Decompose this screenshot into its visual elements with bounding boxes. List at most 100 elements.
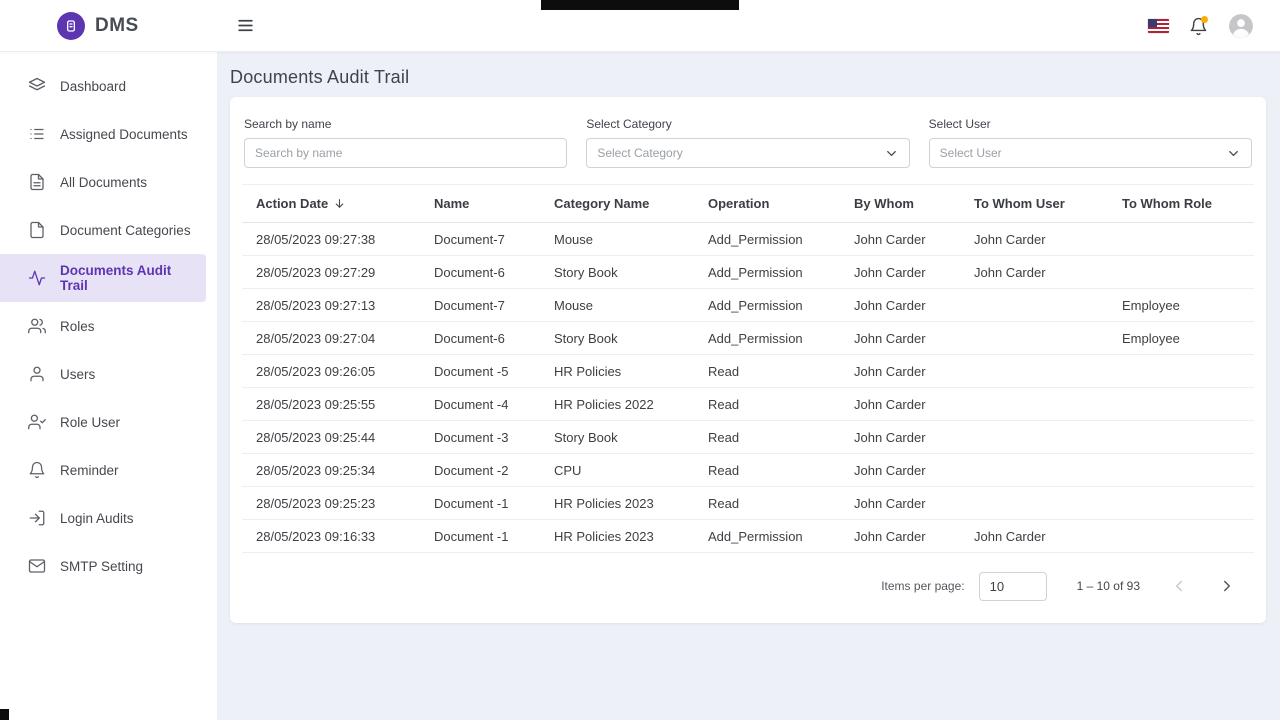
sidebar-item-dashboard[interactable]: Dashboard (0, 62, 217, 110)
audit-table-head-row: Action Date Name Category Name Operation By … (242, 185, 1254, 223)
table-row: 28/05/2023 09:16:33Document -1HR Policie… (242, 520, 1254, 553)
roles-icon (28, 317, 46, 335)
previous-page-button[interactable] (1162, 569, 1196, 603)
audit-table-body: 28/05/2023 09:27:38Document-7MouseAdd_Pe… (242, 223, 1254, 553)
table-cell: Read (694, 421, 840, 454)
table-cell: 28/05/2023 09:25:55 (242, 388, 420, 421)
sidebar-item-roles[interactable]: Roles (0, 302, 217, 350)
sidebar-item-label: Reminder (60, 463, 119, 478)
topbar-actions (1148, 0, 1254, 52)
column-header-category-name[interactable]: Category Name (540, 185, 694, 223)
sidebar-item-smtp-setting[interactable]: SMTP Setting (0, 542, 217, 590)
table-cell (960, 289, 1108, 322)
user-filter: Select User Select User (929, 117, 1252, 168)
table-cell: HR Policies 2023 (540, 487, 694, 520)
sidebar-item-label: Dashboard (60, 79, 126, 94)
table-cell: John Carder (840, 289, 960, 322)
table-cell: 28/05/2023 09:16:33 (242, 520, 420, 553)
table-cell (960, 388, 1108, 421)
search-input[interactable] (244, 138, 567, 168)
table-cell: Mouse (540, 289, 694, 322)
column-header-label: Category Name (554, 196, 649, 211)
table-cell (1108, 355, 1254, 388)
table-cell: Read (694, 355, 840, 388)
column-header-label: Action Date (256, 196, 328, 211)
column-header-by-whom[interactable]: By Whom (840, 185, 960, 223)
filters-bar: Search by name Select Category Select Ca… (242, 109, 1254, 184)
app-title: DMS (95, 15, 139, 37)
table-cell: Story Book (540, 322, 694, 355)
table-row: 28/05/2023 09:27:29Document-6Story BookA… (242, 256, 1254, 289)
reminder-icon (28, 461, 46, 479)
search-label: Search by name (244, 117, 567, 131)
column-header-operation[interactable]: Operation (694, 185, 840, 223)
sort-arrow-down-icon (333, 197, 346, 210)
login-audits-icon (28, 509, 46, 527)
table-cell: John Carder (960, 520, 1108, 553)
sidebar-item-all-documents[interactable]: All Documents (0, 158, 217, 206)
table-cell: 28/05/2023 09:25:34 (242, 454, 420, 487)
table-row: 28/05/2023 09:25:34Document -2CPUReadJoh… (242, 454, 1254, 487)
users-icon (28, 365, 46, 383)
items-per-page-label: Items per page: (881, 579, 964, 593)
sidebar-item-users[interactable]: Users (0, 350, 217, 398)
user-avatar[interactable] (1228, 13, 1254, 39)
sidebar-item-label: Roles (60, 319, 95, 334)
sidebar-item-reminder[interactable]: Reminder (0, 446, 217, 494)
table-cell: Document -3 (420, 421, 540, 454)
table-cell (1108, 454, 1254, 487)
table-cell (1108, 421, 1254, 454)
sidebar-item-login-audits[interactable]: Login Audits (0, 494, 217, 542)
notifications-bell-icon[interactable] (1189, 17, 1208, 36)
table-cell (1108, 223, 1254, 256)
category-select-value: Select Category (597, 146, 682, 160)
user-select-value: Select User (940, 146, 1002, 160)
next-page-button[interactable] (1210, 569, 1244, 603)
document-categories-icon (28, 221, 46, 239)
table-cell: Add_Permission (694, 289, 840, 322)
column-header-action-date[interactable]: Action Date (242, 185, 420, 223)
language-flag-icon[interactable] (1148, 19, 1169, 33)
menu-toggle-button[interactable] (236, 16, 255, 38)
table-cell (960, 355, 1108, 388)
sidebar-item-document-categories[interactable]: Document Categories (0, 206, 217, 254)
brand: DMS (0, 12, 139, 40)
table-cell: John Carder (840, 322, 960, 355)
table-cell: Document-6 (420, 322, 540, 355)
table-row: 28/05/2023 09:26:05Document -5HR Policie… (242, 355, 1254, 388)
search-filter: Search by name (244, 117, 567, 168)
column-header-label: Name (434, 196, 469, 211)
column-header-name[interactable]: Name (420, 185, 540, 223)
table-cell: Document-7 (420, 223, 540, 256)
column-header-label: By Whom (854, 196, 914, 211)
sidebar-item-label: Documents Audit Trail (60, 263, 196, 293)
table-cell: Document -1 (420, 487, 540, 520)
table-cell: 28/05/2023 09:27:38 (242, 223, 420, 256)
chevron-down-icon (1226, 146, 1241, 161)
table-cell: Story Book (540, 256, 694, 289)
sidebar-item-documents-audit-trail[interactable]: Documents Audit Trail (0, 254, 206, 302)
column-header-to-whom-user[interactable]: To Whom User (960, 185, 1108, 223)
pagination-range: 1 – 10 of 93 (1077, 579, 1140, 593)
table-cell: 28/05/2023 09:27:29 (242, 256, 420, 289)
screen-artifact-corner (0, 709, 9, 720)
assigned-documents-icon (28, 125, 46, 143)
page-title: Documents Audit Trail (230, 67, 1266, 88)
column-header-to-whom-role[interactable]: To Whom Role (1108, 185, 1254, 223)
sidebar-item-label: Assigned Documents (60, 127, 188, 142)
items-per-page-input[interactable] (979, 572, 1047, 601)
table-cell: Employee (1108, 289, 1254, 322)
category-select[interactable]: Select Category (586, 138, 909, 168)
table-cell: 28/05/2023 09:25:44 (242, 421, 420, 454)
table-row: 28/05/2023 09:27:13Document-7MouseAdd_Pe… (242, 289, 1254, 322)
sidebar-item-role-user[interactable]: Role User (0, 398, 217, 446)
sidebar-item-assigned-documents[interactable]: Assigned Documents (0, 110, 217, 158)
table-cell: Read (694, 487, 840, 520)
table-cell: Employee (1108, 322, 1254, 355)
table-row: 28/05/2023 09:27:38Document-7MouseAdd_Pe… (242, 223, 1254, 256)
user-select[interactable]: Select User (929, 138, 1252, 168)
table-cell: 28/05/2023 09:25:23 (242, 487, 420, 520)
category-label: Select Category (586, 117, 909, 131)
table-cell: 28/05/2023 09:27:13 (242, 289, 420, 322)
category-filter: Select Category Select Category (586, 117, 909, 168)
